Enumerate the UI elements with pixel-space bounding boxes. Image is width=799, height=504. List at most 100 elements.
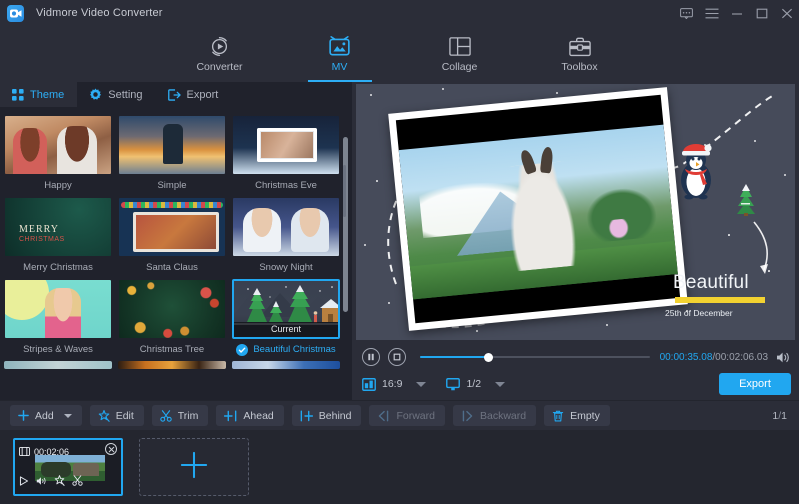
scissors-icon	[160, 410, 172, 422]
edit-button[interactable]: Edit	[90, 405, 144, 426]
feedback-button[interactable]	[674, 0, 699, 26]
tab-export[interactable]: Export	[156, 82, 232, 107]
aspect-ratio-icon	[362, 378, 376, 391]
overlay-title: Beautiful	[673, 272, 765, 294]
nav-item-collage[interactable]: Collage	[419, 27, 501, 81]
theme-item-santa-claus[interactable]: Santa Claus	[118, 197, 226, 275]
grid-icon	[12, 89, 24, 101]
add-clip-button[interactable]	[139, 438, 249, 496]
tab-theme[interactable]: Theme	[0, 82, 77, 107]
theme-grid: Happy Simple Christmas Eve Merry Christm…	[0, 112, 352, 357]
theme-thumbnail-partial[interactable]	[232, 361, 340, 369]
backward-button[interactable]: Backward	[453, 405, 536, 426]
app-window: Vidmore Video Converter	[0, 0, 799, 504]
theme-label: Happy	[4, 179, 112, 193]
chevron-down-icon[interactable]	[416, 382, 426, 387]
edit-toolbar: Add Edit Trim	[0, 400, 799, 430]
theme-item-snowy-night[interactable]: Snowy Night	[232, 197, 340, 275]
nav-item-converter[interactable]: Converter	[179, 27, 261, 81]
nav-item-mv[interactable]: MV	[299, 27, 381, 81]
behind-button[interactable]: Behind	[292, 405, 362, 426]
theme-scrollbar[interactable]	[343, 137, 348, 399]
theme-item-merry-christmas[interactable]: Merry Christmas	[4, 197, 112, 275]
video-frame	[396, 95, 680, 324]
aspect-ratio-selector[interactable]: 16:9	[362, 378, 426, 391]
theme-thumbnail	[118, 197, 226, 257]
app-title: Vidmore Video Converter	[36, 7, 163, 19]
preview-panel: Beautiful 25th of December 00:00:35.	[352, 82, 799, 400]
theme-item-simple[interactable]: Simple	[118, 115, 226, 193]
christmas-tree-icon	[733, 182, 759, 216]
theme-list[interactable]: Happy Simple Christmas Eve Merry Christm…	[0, 107, 352, 400]
seek-fill	[420, 356, 488, 358]
theme-label: Christmas Eve	[232, 179, 340, 193]
nav-label-converter: Converter	[196, 61, 242, 73]
trim-button[interactable]: Trim	[152, 405, 209, 426]
overlay-accent-bar	[675, 297, 765, 303]
film-icon	[19, 443, 30, 461]
magic-wand-icon[interactable]	[54, 473, 65, 491]
theme-thumbnail-partial[interactable]	[4, 361, 112, 369]
page-indicator: 1/1	[772, 410, 787, 422]
forward-button[interactable]: Forward	[369, 405, 445, 426]
ahead-button-label: Ahead	[243, 410, 273, 422]
volume-icon[interactable]	[776, 351, 791, 364]
theme-item-happy[interactable]: Happy	[4, 115, 112, 193]
ahead-button[interactable]: Ahead	[216, 405, 283, 426]
theme-label-text: Beautiful Christmas	[253, 343, 335, 357]
trash-icon	[552, 410, 564, 422]
menu-button[interactable]	[699, 0, 724, 26]
theme-item-stripes-waves[interactable]: Stripes & Waves	[4, 279, 112, 357]
time-display: 00:00:35.08/00:02:06.03	[660, 352, 768, 363]
volume-icon[interactable]	[36, 473, 47, 491]
theme-thumbnail	[4, 279, 112, 339]
plus-icon	[18, 410, 29, 421]
scissors-icon[interactable]	[72, 473, 83, 491]
seek-slider[interactable]	[420, 349, 650, 365]
empty-button-label: Empty	[570, 410, 600, 422]
chevron-down-icon[interactable]	[64, 414, 72, 418]
preview-stage[interactable]: Beautiful 25th of December	[356, 84, 795, 340]
tab-theme-label: Theme	[30, 89, 64, 101]
play-icon[interactable]	[19, 473, 29, 491]
nav-label-toolbox: Toolbox	[561, 61, 597, 73]
add-button-label: Add	[35, 410, 54, 422]
minimize-button[interactable]	[724, 0, 749, 26]
check-icon	[236, 344, 248, 356]
vidmore-logo-icon	[7, 5, 24, 22]
sub-tabs: Theme Setting Export	[0, 82, 352, 107]
theme-item-christmas-tree[interactable]: Christmas Tree	[118, 279, 226, 357]
video-still-image	[399, 125, 678, 300]
split-screen-selector[interactable]: 1/2	[446, 378, 505, 391]
backward-button-label: Backward	[480, 410, 526, 422]
overlay-date: 25th of December	[665, 308, 765, 318]
theme-item-christmas-eve[interactable]: Christmas Eve	[232, 115, 340, 193]
theme-scrollbar-inner-thumb[interactable]	[343, 165, 346, 217]
theme-item-beautiful-christmas[interactable]: Current Beautiful Christmas	[232, 279, 340, 357]
theme-thumbnail-partial[interactable]	[118, 361, 226, 369]
add-button[interactable]: Add	[10, 405, 82, 426]
export-button[interactable]: Export	[719, 373, 791, 395]
empty-button[interactable]: Empty	[544, 405, 610, 426]
theme-scrollbar-thumb[interactable]	[343, 137, 348, 312]
timeline-bar: 00:02:06	[0, 430, 799, 504]
title-bar: Vidmore Video Converter	[0, 0, 799, 26]
chevron-down-icon[interactable]	[495, 382, 505, 387]
theme-label: Merry Christmas	[4, 261, 112, 275]
tab-export-label: Export	[187, 89, 219, 101]
nav-item-toolbox[interactable]: Toolbox	[539, 27, 621, 81]
theme-thumbnail	[4, 197, 112, 257]
stop-button[interactable]	[388, 348, 406, 366]
timeline-clip[interactable]: 00:02:06	[13, 438, 123, 496]
pause-button[interactable]	[362, 348, 380, 366]
clip-remove-button[interactable]	[105, 443, 117, 455]
maximize-button[interactable]	[749, 0, 774, 26]
monitor-icon	[446, 378, 460, 391]
seek-handle[interactable]	[484, 353, 493, 362]
tab-setting[interactable]: Setting	[77, 82, 155, 107]
playback-row-secondary: 16:9 1/2 Export	[362, 372, 791, 396]
theme-thumbnail	[118, 115, 226, 175]
nav-label-mv: MV	[332, 61, 348, 73]
theme-label-selected: Beautiful Christmas	[232, 343, 340, 357]
close-button[interactable]	[774, 0, 799, 26]
